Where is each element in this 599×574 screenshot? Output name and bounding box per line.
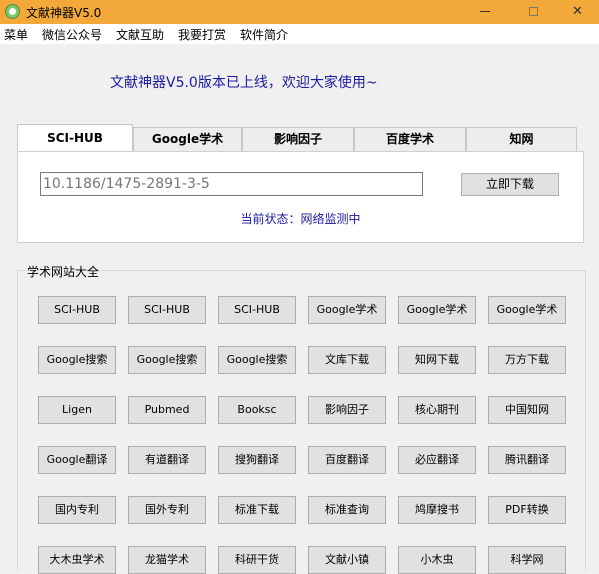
site-button[interactable]: PDF转换 (488, 496, 566, 524)
maximize-icon (529, 7, 538, 16)
site-button[interactable]: SCI-HUB (128, 296, 206, 324)
site-button[interactable]: 中国知网 (488, 396, 566, 424)
menu-item-about[interactable]: 软件简介 (240, 26, 288, 43)
site-button[interactable]: 国外专利 (128, 496, 206, 524)
site-button[interactable]: 万方下载 (488, 346, 566, 374)
site-button[interactable]: 百度翻译 (308, 446, 386, 474)
site-button[interactable]: Ligen (38, 396, 116, 424)
doi-input[interactable] (40, 172, 423, 196)
site-button[interactable]: SCI-HUB (218, 296, 296, 324)
download-button[interactable]: 立即下载 (461, 173, 559, 196)
menu-item-donate[interactable]: 我要打赏 (178, 26, 226, 43)
site-button[interactable]: Google搜索 (128, 346, 206, 374)
tab-baidu-scholar[interactable]: 百度学术 (354, 127, 466, 152)
site-button[interactable]: Booksc (218, 396, 296, 424)
menu-item-mutual-help[interactable]: 文献互助 (116, 26, 164, 43)
tab-sci-hub[interactable]: SCI-HUB (17, 124, 133, 152)
menu-item-wechat[interactable]: 微信公众号 (42, 26, 102, 43)
site-button[interactable]: 文库下载 (308, 346, 386, 374)
site-button[interactable]: 标准下载 (218, 496, 296, 524)
menu-item-menu[interactable]: 菜单 (4, 26, 28, 43)
site-button[interactable]: Google搜索 (218, 346, 296, 374)
academic-sites-title: 学术网站大全 (25, 263, 102, 280)
site-button[interactable]: 腾讯翻译 (488, 446, 566, 474)
minimize-button[interactable] (462, 0, 507, 24)
app-icon (5, 4, 20, 19)
title-bar: 文献神器V5.0 ✕ (0, 0, 599, 24)
site-button[interactable]: 有道翻译 (128, 446, 206, 474)
site-button[interactable]: Google翻译 (38, 446, 116, 474)
minimize-icon (479, 11, 490, 12)
site-button[interactable]: 鸠摩搜书 (398, 496, 476, 524)
site-button[interactable]: Google搜索 (38, 346, 116, 374)
close-icon: ✕ (572, 4, 583, 19)
tab-impact-factor[interactable]: 影响因子 (242, 127, 354, 152)
status-text: 当前状态：网络监测中 (240, 212, 361, 226)
maximize-button[interactable] (511, 0, 556, 24)
site-button[interactable]: 知网下载 (398, 346, 476, 374)
site-button[interactable]: 核心期刊 (398, 396, 476, 424)
site-button[interactable]: Google学术 (398, 296, 476, 324)
site-button[interactable]: 标准查询 (308, 496, 386, 524)
site-button[interactable]: SCI-HUB (38, 296, 116, 324)
site-button[interactable]: 必应翻译 (398, 446, 476, 474)
site-button[interactable]: Google学术 (488, 296, 566, 324)
site-button[interactable]: Google学术 (308, 296, 386, 324)
window-title: 文献神器V5.0 (26, 6, 102, 20)
close-button[interactable]: ✕ (555, 0, 599, 24)
announcement-banner: 文献神器V5.0版本已上线，欢迎大家使用~ (110, 75, 378, 91)
menu-bar: 菜单 微信公众号 文献互助 我要打赏 软件简介 (0, 24, 599, 44)
site-button[interactable]: Pubmed (128, 396, 206, 424)
sci-hub-panel: 立即下载 当前状态：网络监测中 (17, 151, 584, 243)
tab-google-scholar[interactable]: Google学术 (133, 127, 242, 152)
site-button[interactable]: 影响因子 (308, 396, 386, 424)
tab-cnki[interactable]: 知网 (466, 127, 577, 152)
site-button[interactable]: 国内专利 (38, 496, 116, 524)
site-button[interactable]: 搜狗翻译 (218, 446, 296, 474)
